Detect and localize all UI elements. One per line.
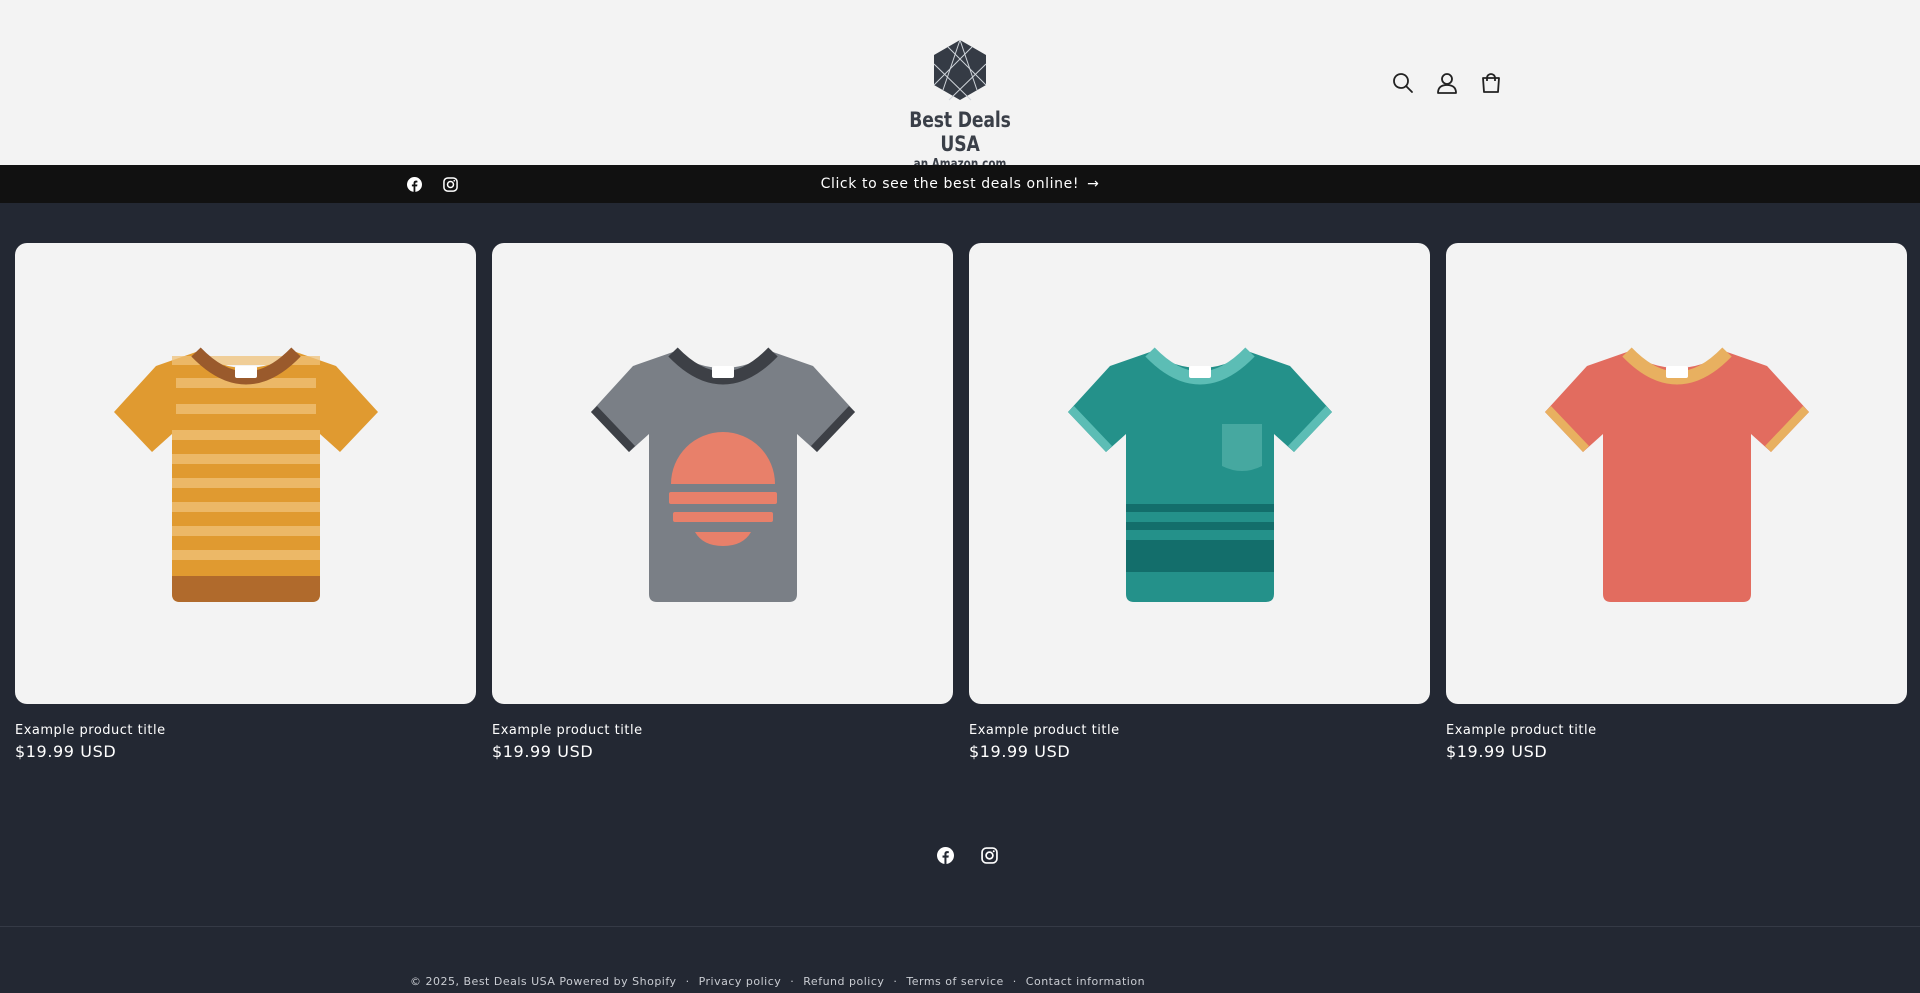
separator: · [1012, 975, 1017, 988]
instagram-link[interactable] [442, 176, 458, 192]
announcement-text: Click to see the best deals online! [820, 176, 1080, 192]
account-icon [1437, 73, 1457, 94]
product-card: Example product title $19.99 USD [969, 243, 1430, 761]
site-header: Best Deals USA an Amazon.com Affiliate [0, 0, 1920, 187]
copyright-text: © 2025, [410, 975, 460, 988]
product-price: $19.99 USD [1446, 742, 1548, 761]
hexagon-logo-icon [933, 39, 987, 101]
powered-by-link[interactable]: Powered by Shopify [559, 975, 676, 988]
search-button[interactable] [1390, 70, 1416, 96]
cart-icon [1482, 73, 1500, 93]
refund-policy-link[interactable]: Refund policy [803, 975, 884, 988]
instagram-icon [980, 846, 998, 864]
tshirt-icon [590, 346, 855, 602]
product-price: $19.99 USD [15, 742, 117, 761]
product-image[interactable] [15, 243, 476, 704]
product-grid: Example product title $19.99 USD Example… [15, 243, 1907, 761]
product-card: Example product title $19.99 USD [492, 243, 953, 761]
product-image[interactable] [1446, 243, 1907, 704]
separator: · [893, 975, 898, 988]
instagram-icon [442, 176, 458, 192]
store-name-link[interactable]: Best Deals USA [464, 975, 556, 988]
footer-social [0, 846, 1920, 864]
logo-title: Best Deals USA [909, 108, 1011, 156]
facebook-icon [406, 176, 422, 192]
announcement-bar: Click to see the best deals online! → [0, 165, 1920, 203]
product-card: Example product title $19.99 USD [15, 243, 476, 761]
facebook-icon [936, 846, 954, 864]
cart-button[interactable] [1478, 70, 1504, 96]
contact-information-link[interactable]: Contact information [1026, 975, 1145, 988]
product-price: $19.99 USD [969, 742, 1071, 761]
tshirt-icon [113, 346, 378, 602]
arrow-right-icon: → [1087, 176, 1100, 192]
footer-divider [0, 926, 1920, 927]
product-card: Example product title $19.99 USD [1446, 243, 1907, 761]
terms-of-service-link[interactable]: Terms of service [906, 975, 1003, 988]
facebook-link[interactable] [406, 176, 422, 192]
footer-copyright: © 2025, Best Deals USA Powered by Shopif… [410, 975, 1145, 988]
facebook-link[interactable] [936, 846, 954, 864]
product-title[interactable]: Example product title [969, 723, 1430, 738]
separator: · [685, 975, 690, 988]
search-icon [1393, 73, 1413, 93]
product-title[interactable]: Example product title [492, 723, 953, 738]
product-image[interactable] [492, 243, 953, 704]
instagram-link[interactable] [980, 846, 998, 864]
separator: · [790, 975, 795, 988]
header-actions [1390, 70, 1504, 96]
account-button[interactable] [1434, 70, 1460, 96]
product-title[interactable]: Example product title [15, 723, 476, 738]
tshirt-icon [1544, 346, 1809, 602]
announcement-social [406, 165, 458, 203]
tshirt-icon [1067, 346, 1332, 602]
announcement-link[interactable]: Click to see the best deals online! → [0, 165, 1920, 203]
product-price: $19.99 USD [492, 742, 594, 761]
privacy-policy-link[interactable]: Privacy policy [699, 975, 782, 988]
product-title[interactable]: Example product title [1446, 723, 1907, 738]
product-image[interactable] [969, 243, 1430, 704]
